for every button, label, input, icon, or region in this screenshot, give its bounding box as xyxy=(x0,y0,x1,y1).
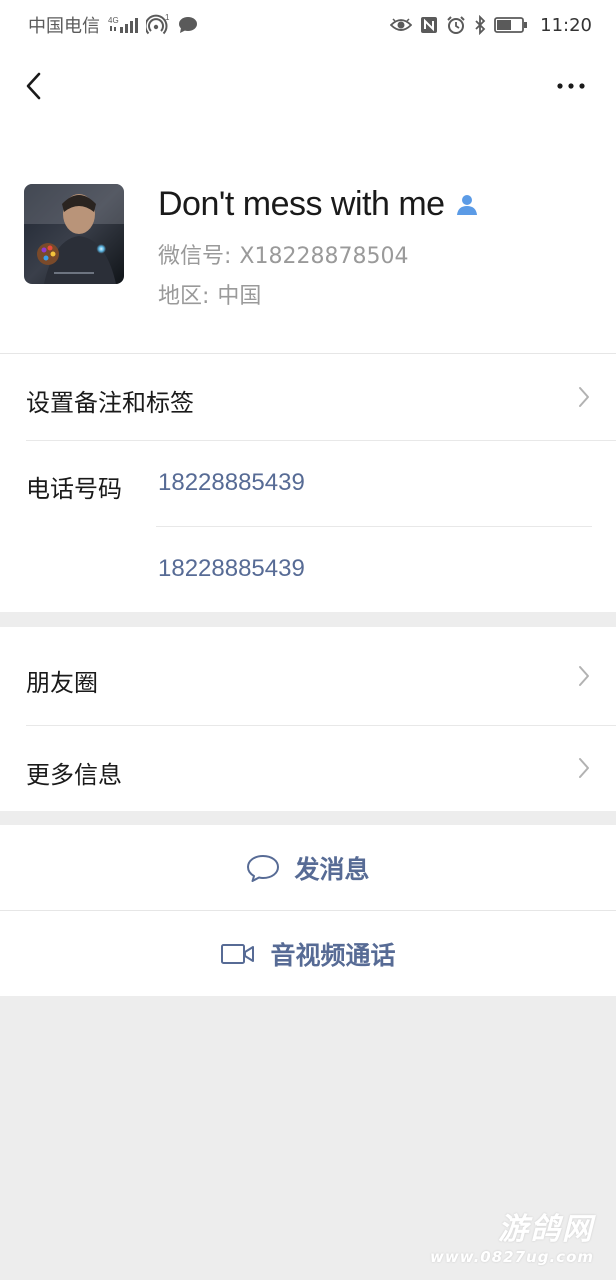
info-section: 设置备注和标签 电话号码 18228885439 18228885439 xyxy=(0,354,616,612)
wechat-id-value: X18228878504 xyxy=(239,244,409,269)
moments-section: 朋友圈 更多信息 xyxy=(0,627,616,811)
message-bubble-icon xyxy=(247,854,280,882)
battery-icon xyxy=(494,16,528,34)
status-left: 中国电信 4G 1 xyxy=(28,12,198,38)
chevron-right-icon xyxy=(579,666,589,686)
phone-number-2[interactable]: 18228885439 xyxy=(158,555,305,583)
eye-icon xyxy=(390,17,413,33)
actions-section: 发消息 音视频通话 xyxy=(0,825,616,996)
more-info-row[interactable]: 更多信息 xyxy=(0,726,616,811)
more-info-label: 更多信息 xyxy=(26,761,122,789)
phone-label: 电话号码 xyxy=(26,475,122,503)
chevron-right-icon xyxy=(579,387,589,407)
send-message-button[interactable]: 发消息 xyxy=(0,825,616,910)
send-message-label: 发消息 xyxy=(294,854,370,884)
divider xyxy=(26,440,616,441)
carrier-name: 中国电信 xyxy=(28,16,100,37)
profile-name-row: Don't mess with me xyxy=(158,185,479,224)
chat-bubble-icon xyxy=(178,16,198,34)
avatar-image xyxy=(24,184,124,284)
notification-count: 1 xyxy=(165,14,170,22)
status-right: 11:20 xyxy=(390,15,592,36)
video-camera-icon xyxy=(221,943,255,964)
region-value: 中国 xyxy=(217,284,262,309)
more-dots-icon xyxy=(557,83,585,89)
status-bar: 中国电信 4G 1 11:20 xyxy=(0,0,616,50)
remark-tags-label: 设置备注和标签 xyxy=(26,389,194,417)
moments-label: 朋友圈 xyxy=(26,669,98,697)
region-row: 地区: 中国 xyxy=(158,278,261,310)
watermark-logo: 游鸽网 xyxy=(498,1212,594,1247)
hotspot-icon: 1 xyxy=(146,14,170,36)
signal-icon: 4G xyxy=(108,15,138,35)
watermark: 游鸽网 www.0827ug.com xyxy=(430,1204,594,1266)
wechat-id-label: 微信号: xyxy=(158,244,232,269)
contact-person-icon xyxy=(456,194,477,215)
avatar[interactable] xyxy=(24,184,124,284)
bluetooth-icon xyxy=(474,15,486,35)
profile-name: Don't mess with me xyxy=(158,185,445,223)
phone-number-1[interactable]: 18228885439 xyxy=(158,469,305,497)
chevron-left-icon xyxy=(26,72,41,100)
alarm-icon xyxy=(446,15,466,35)
watermark-url: www.0827ug.com xyxy=(430,1248,594,1266)
remark-tags-row[interactable]: 设置备注和标签 xyxy=(0,354,616,440)
profile-header: Don't mess with me 微信号: X18228878504 地区: 中… xyxy=(0,50,616,353)
back-button[interactable] xyxy=(18,68,48,104)
clock-time: 11:20 xyxy=(540,14,592,36)
nfc-icon xyxy=(420,16,438,34)
more-options-button[interactable] xyxy=(554,72,588,100)
divider xyxy=(156,526,592,527)
moments-row[interactable]: 朋友圈 xyxy=(0,627,616,725)
network-type-text: 4G xyxy=(108,16,119,25)
video-call-button[interactable]: 音视频通话 xyxy=(0,911,616,996)
region-label: 地区: xyxy=(158,284,210,309)
video-call-label: 音视频通话 xyxy=(270,940,396,970)
chevron-right-icon xyxy=(579,758,589,778)
wechat-id-row: 微信号: X18228878504 xyxy=(158,238,408,270)
